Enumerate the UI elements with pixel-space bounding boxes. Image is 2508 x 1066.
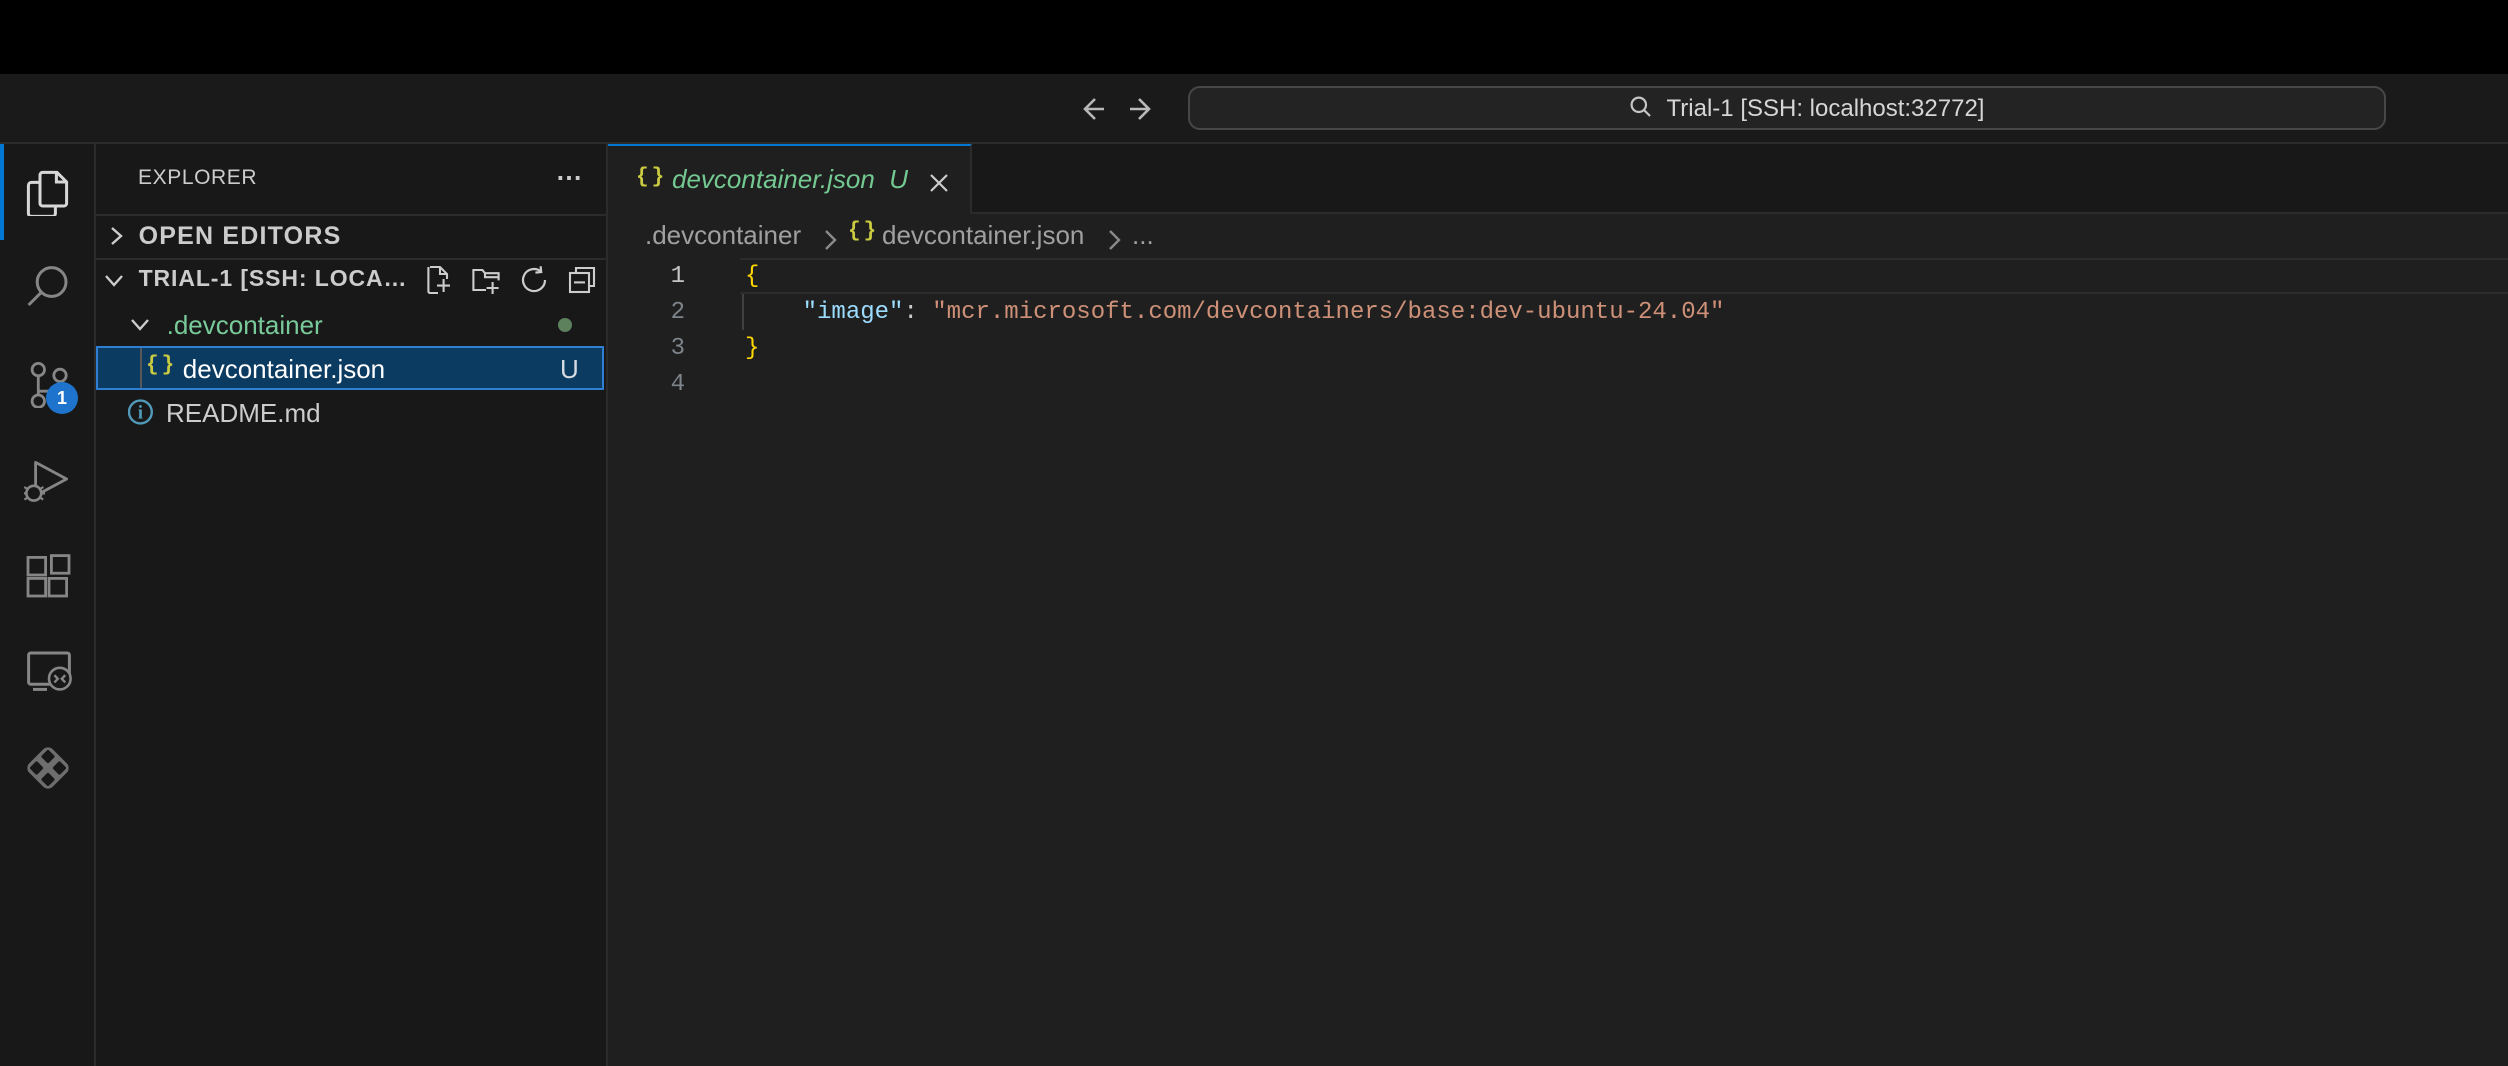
svg-text:i: i (137, 402, 142, 423)
